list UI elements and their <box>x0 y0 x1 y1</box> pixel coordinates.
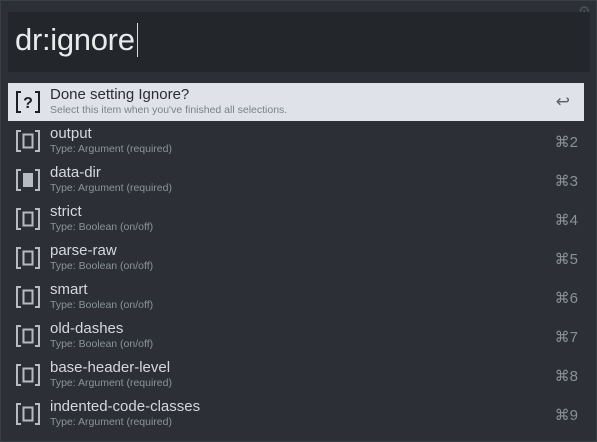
result-text: Done setting Ignore? Select this item whe… <box>50 87 584 117</box>
return-key-icon: ↩ <box>555 92 570 111</box>
result-title: Done setting Ignore? <box>50 86 190 103</box>
result-text: data-dir Type: Argument (required) <box>50 163 584 195</box>
result-row[interactable]: strict Type: Boolean (on/off) ⌘4 <box>8 199 584 238</box>
result-subtitle: Type: Argument (required) <box>50 181 172 194</box>
result-text: smart Type: Boolean (on/off) <box>50 280 584 312</box>
result-row[interactable]: parse-raw Type: Boolean (on/off) ⌘5 <box>8 238 584 277</box>
empty-bracket-icon <box>14 205 42 233</box>
empty-bracket-icon <box>14 322 42 350</box>
result-row-selected[interactable]: ? Done setting Ignore? Select this item wh… <box>8 83 584 121</box>
result-row[interactable]: output Type: Argument (required) ⌘2 <box>8 121 584 160</box>
result-title: base-header-level <box>50 358 171 376</box>
launcher-window: ⚙ dr:ignore ? Done setting Ignore? Select … <box>0 0 597 442</box>
result-text: old-dashes Type: Boolean (on/off) <box>50 319 584 351</box>
result-subtitle: Type: Boolean (on/off) <box>50 259 154 272</box>
shortcut-label: ⌘4 <box>554 212 578 229</box>
result-subtitle: Type: Argument (required) <box>50 142 172 155</box>
shortcut-label: ⌘9 <box>554 407 578 424</box>
query-text: dr:ignore <box>15 22 138 58</box>
result-subtitle: Type: Argument (required) <box>50 415 172 428</box>
shortcut-label: ⌘3 <box>554 173 578 190</box>
result-title: old-dashes <box>50 319 124 337</box>
question-bracket-icon: ? <box>14 88 42 116</box>
result-title: data-dir <box>50 163 101 181</box>
empty-bracket-icon <box>14 361 42 389</box>
result-row[interactable]: old-dashes Type: Boolean (on/off) ⌘7 <box>8 316 584 355</box>
result-title: indented-code-classes <box>50 397 201 415</box>
result-text: strict Type: Boolean (on/off) <box>50 202 584 234</box>
result-text: indented-code-classes Type: Argument (req… <box>50 397 584 429</box>
result-text: base-header-level Type: Argument (require… <box>50 358 584 390</box>
results-list: ? Done setting Ignore? Select this item wh… <box>8 83 584 433</box>
empty-bracket-icon <box>14 400 42 428</box>
result-row[interactable]: smart Type: Boolean (on/off) ⌘6 <box>8 277 584 316</box>
svg-text:?: ? <box>23 95 33 112</box>
text-caret <box>136 23 138 57</box>
result-subtitle: Type: Argument (required) <box>50 376 172 389</box>
shortcut-label: ⌘7 <box>554 329 578 346</box>
result-text: output Type: Argument (required) <box>50 124 584 156</box>
filled-bracket-icon <box>14 166 42 194</box>
result-title: parse-raw <box>50 241 117 259</box>
result-row[interactable]: data-dir Type: Argument (required) ⌘3 <box>8 160 584 199</box>
empty-bracket-icon <box>14 283 42 311</box>
result-title: smart <box>50 280 88 298</box>
empty-bracket-icon <box>14 244 42 272</box>
search-input[interactable]: dr:ignore <box>8 12 590 72</box>
result-title: output <box>50 124 92 142</box>
shortcut-label: ⌘6 <box>554 290 578 307</box>
result-subtitle: Type: Boolean (on/off) <box>50 298 154 311</box>
empty-bracket-icon <box>14 127 42 155</box>
result-title: strict <box>50 202 82 220</box>
result-text: parse-raw Type: Boolean (on/off) <box>50 241 584 273</box>
result-subtitle: Select this item when you've finished al… <box>50 104 288 116</box>
shortcut-label: ⌘2 <box>554 134 578 151</box>
result-subtitle: Type: Boolean (on/off) <box>50 337 154 350</box>
shortcut-label: ⌘8 <box>554 368 578 385</box>
result-row[interactable]: base-header-level Type: Argument (require… <box>8 355 584 394</box>
result-subtitle: Type: Boolean (on/off) <box>50 220 154 233</box>
result-row[interactable]: indented-code-classes Type: Argument (req… <box>8 394 584 433</box>
shortcut-label: ⌘5 <box>554 251 578 268</box>
